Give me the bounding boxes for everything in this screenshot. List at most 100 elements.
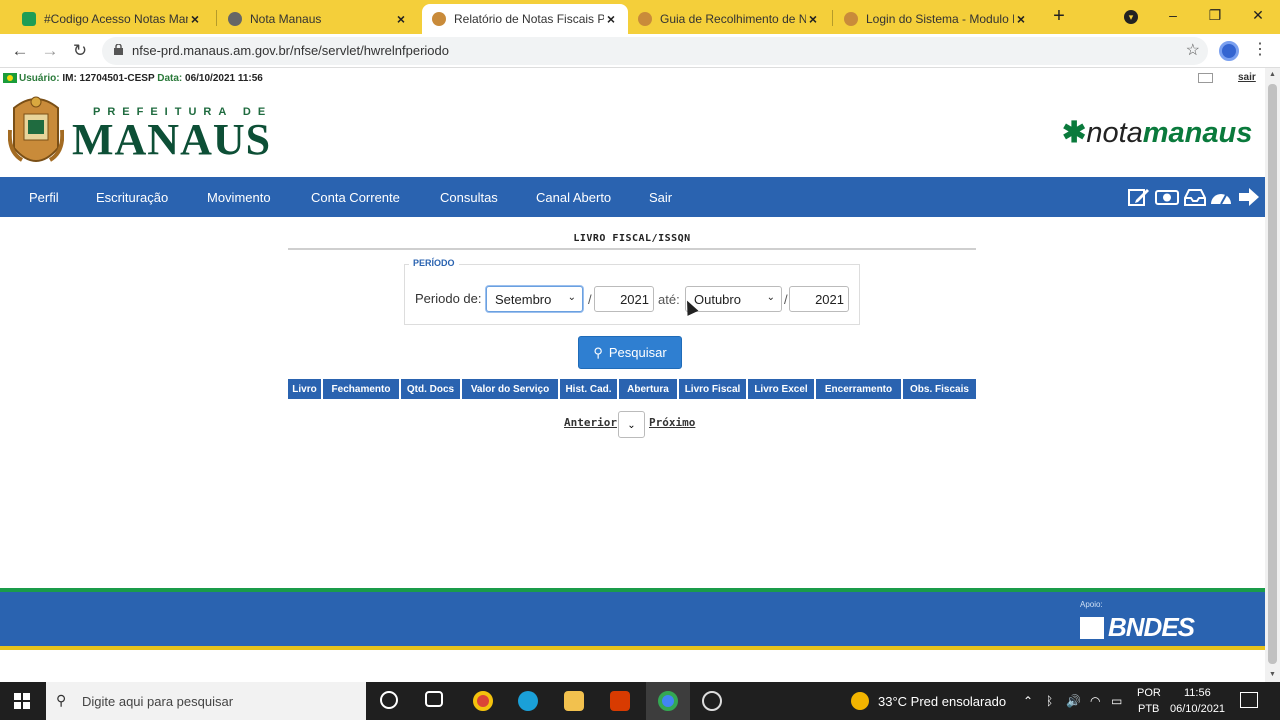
- pesquisar-label: Pesquisar: [608, 345, 667, 360]
- tray-chevron-icon[interactable]: ⌃: [1023, 694, 1033, 708]
- minimize-icon[interactable]: –: [1158, 4, 1188, 26]
- chrome-profile-icon[interactable]: [658, 691, 678, 711]
- nav-movimento[interactable]: Movimento: [207, 190, 271, 205]
- search-icon: ⚲: [56, 692, 67, 708]
- taskbar-search-placeholder: Digite aqui para pesquisar: [82, 694, 234, 709]
- date-value: 06/10/2021 11:56: [185, 73, 263, 84]
- manaus-crest-icon: [8, 96, 64, 162]
- bluetooth-icon[interactable]: ᛒ: [1046, 694, 1053, 708]
- until-label: até:: [658, 292, 680, 307]
- logout-arrow-icon[interactable]: [1237, 186, 1261, 208]
- office-icon[interactable]: [610, 691, 630, 711]
- separator-slash: /: [588, 292, 592, 307]
- back-arrow-icon[interactable]: ←: [8, 39, 32, 63]
- close-icon[interactable]: ×: [1014, 11, 1028, 27]
- sheets-icon: [22, 12, 36, 26]
- column-header: Encerramento: [816, 379, 903, 399]
- periodo-legend: PERÍODO: [409, 258, 459, 268]
- clock-date[interactable]: 06/10/2021: [1170, 703, 1225, 715]
- tab-title: Login do Sistema - Modulo N: [866, 12, 1014, 26]
- tab-relatorio-notas[interactable]: Relatório de Notas Fiscais Por ×: [422, 4, 628, 34]
- wifi-icon[interactable]: ◠: [1090, 694, 1100, 708]
- tab-title: Relatório de Notas Fiscais Por: [454, 12, 604, 26]
- close-icon[interactable]: ×: [394, 11, 408, 27]
- logo-manaus: manaus: [1142, 117, 1253, 149]
- dashboard-gauge-icon[interactable]: [1209, 186, 1233, 208]
- address-bar[interactable]: nfse-prd.manaus.am.gov.br/nfse/servlet/h…: [102, 37, 1208, 65]
- obs-icon[interactable]: [702, 691, 722, 711]
- manaus-wordmark: MANAUS: [72, 115, 272, 164]
- next-page-link[interactable]: Próximo: [649, 416, 695, 429]
- weather-icon[interactable]: [851, 692, 869, 710]
- windows-start-icon[interactable]: [14, 693, 30, 709]
- clock-time[interactable]: 11:56: [1184, 687, 1211, 699]
- close-icon[interactable]: ×: [188, 11, 202, 27]
- weather-text[interactable]: 33°C Pred ensolarado: [878, 694, 1006, 709]
- extension-icon[interactable]: [1219, 41, 1239, 61]
- cortana-icon[interactable]: [380, 691, 398, 709]
- column-header: Livro Fiscal: [679, 379, 748, 399]
- tab-login-sistema[interactable]: Login do Sistema - Modulo N ×: [834, 4, 1038, 34]
- mail-icon[interactable]: [1198, 73, 1213, 83]
- more-menu-icon[interactable]: ⋮: [1252, 40, 1268, 60]
- taskbar-search[interactable]: ⚲ Digite aqui para pesquisar: [46, 682, 366, 720]
- nav-canal-aberto[interactable]: Canal Aberto: [536, 190, 611, 205]
- brazil-flag-icon: [3, 73, 17, 83]
- nav-consultas[interactable]: Consultas: [440, 190, 498, 205]
- money-icon[interactable]: [1155, 186, 1179, 208]
- to-month-value: Outubro: [694, 292, 741, 307]
- column-header: Obs. Fiscais: [903, 379, 976, 399]
- window-close-icon[interactable]: ✕: [1243, 4, 1273, 26]
- chevron-down-icon: ⌄: [567, 292, 576, 303]
- battery-icon[interactable]: ▭: [1111, 694, 1122, 708]
- tab-codigo-acesso[interactable]: #Codigo Acesso Notas Mana ×: [12, 4, 212, 34]
- close-icon[interactable]: ×: [806, 11, 820, 27]
- nav-conta-corrente[interactable]: Conta Corrente: [311, 190, 400, 205]
- nav-perfil[interactable]: Perfil: [29, 190, 59, 205]
- previous-page-link[interactable]: Anterior: [564, 416, 617, 429]
- from-month-select[interactable]: Setembro ⌄: [486, 286, 583, 312]
- search-icon: ⚲: [593, 344, 603, 360]
- globe-icon: [228, 12, 242, 26]
- bookmark-star-icon[interactable]: ☆: [1186, 40, 1200, 60]
- new-tab-plus-icon[interactable]: +: [1048, 5, 1070, 27]
- keyboard-layout[interactable]: PTB: [1138, 703, 1159, 715]
- task-view-icon[interactable]: [425, 691, 443, 707]
- file-explorer-icon[interactable]: [564, 691, 584, 711]
- scrollbar-thumb[interactable]: [1268, 84, 1277, 664]
- inbox-icon[interactable]: [1183, 186, 1207, 208]
- bndes-logo: BNDES: [1080, 612, 1195, 643]
- nav-sair[interactable]: Sair: [649, 190, 672, 205]
- footer-stripe: [0, 646, 1265, 650]
- scroll-up-icon[interactable]: ▲: [1265, 68, 1280, 82]
- edit-icon[interactable]: [1127, 186, 1151, 208]
- language-code[interactable]: POR: [1137, 687, 1161, 699]
- tab-search-icon[interactable]: ▾: [1124, 10, 1138, 24]
- tab-guia-recolhimento[interactable]: Guia de Recolhimento de NF ×: [628, 4, 830, 34]
- edge-icon[interactable]: [518, 691, 538, 711]
- column-header: Livro: [288, 379, 323, 399]
- close-icon[interactable]: ×: [604, 11, 618, 27]
- user-info-bar: Usuário: IM: 12704501-CESP Data: 06/10/2…: [0, 68, 1265, 88]
- volume-icon[interactable]: 🔊: [1066, 694, 1081, 708]
- from-year-input[interactable]: 2021: [594, 286, 654, 312]
- period-from-label: Periodo de:: [415, 291, 482, 306]
- chrome-icon[interactable]: [473, 691, 493, 711]
- forward-arrow-icon[interactable]: →: [38, 39, 62, 63]
- user-label: Usuário:: [19, 73, 60, 84]
- column-header: Valor do Serviço: [462, 379, 560, 399]
- header-logos: PREFEITURA DE MANAUS ✱notamanaus: [0, 88, 1265, 177]
- notification-center-icon[interactable]: [1240, 692, 1258, 708]
- page-scrollbar[interactable]: ▲ ▼: [1265, 68, 1280, 682]
- restore-icon[interactable]: ❐: [1200, 4, 1230, 26]
- reload-icon[interactable]: ↻: [68, 39, 92, 63]
- nav-escrituracao[interactable]: Escrituração: [96, 190, 168, 205]
- page-select[interactable]: ⌄: [618, 411, 645, 438]
- to-year-input[interactable]: 2021: [789, 286, 849, 312]
- column-header: Hist. Cad.: [560, 379, 619, 399]
- to-month-select[interactable]: Outubro ⌄: [685, 286, 782, 312]
- scroll-down-icon[interactable]: ▼: [1265, 668, 1280, 682]
- tab-nota-manaus[interactable]: Nota Manaus ×: [218, 4, 418, 34]
- logout-link[interactable]: sair: [1238, 72, 1256, 83]
- pesquisar-button[interactable]: ⚲ Pesquisar: [578, 336, 682, 369]
